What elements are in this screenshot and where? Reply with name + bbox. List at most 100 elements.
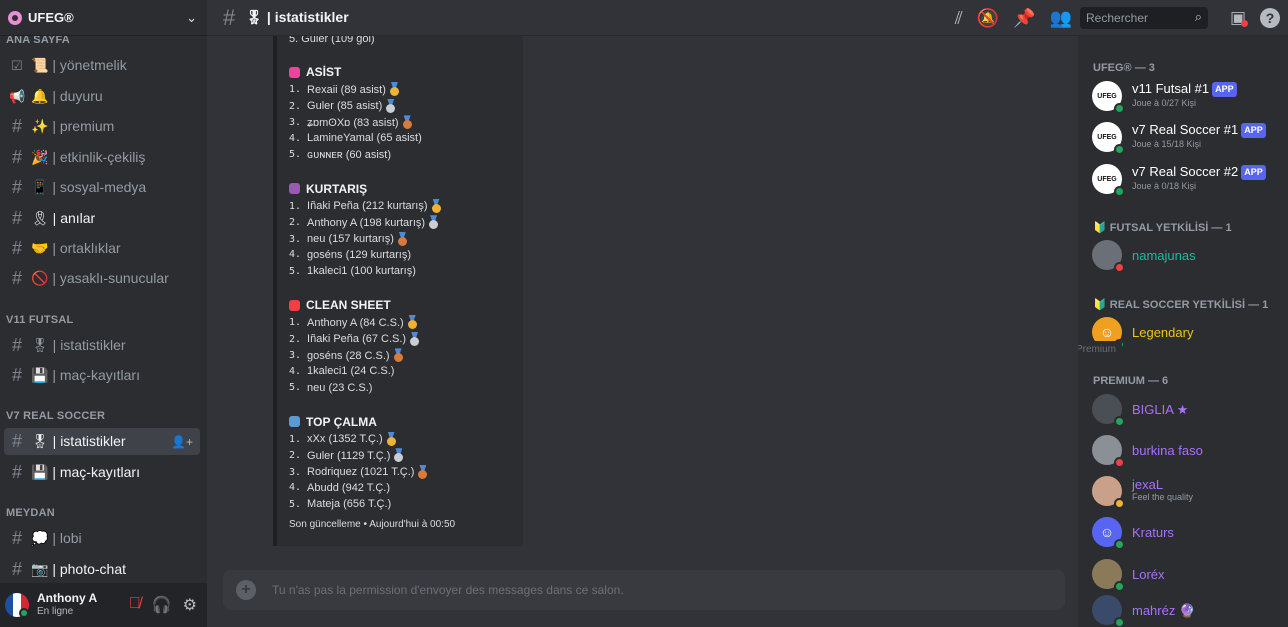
member-kraturs[interactable]: ☺ Kraturs [1092, 515, 1282, 550]
leaderboard-entry: Anthony A (198 kurtarış) [307, 216, 426, 229]
member-mahrez[interactable]: mahréz 🔮 [1092, 593, 1282, 627]
rank-number: 3. [289, 350, 302, 362]
channel-label: 🎗 | anılar [31, 210, 96, 226]
avatar: UFEG [1092, 81, 1125, 114]
avatar [1092, 240, 1125, 273]
rank-number: 1. [289, 433, 302, 445]
member-lorex[interactable]: Loréx [1092, 557, 1282, 592]
channel-real-mac-kayitlari[interactable]: # 💾 | maç-kayıtları [4, 459, 200, 486]
dnd-status-icon [1114, 262, 1125, 273]
leaderboard-row: 2. Guler (85 asist) [289, 99, 397, 114]
mic-muted-icon[interactable]: 🎙̸ [129, 595, 141, 615]
avatar [1092, 595, 1125, 627]
rank-number: 5. [289, 265, 302, 277]
bell-muted-icon[interactable]: 🔕 [977, 8, 999, 29]
channel-sosyal-medya[interactable]: # 📱 | sosyal-medya [4, 174, 200, 201]
leaderboard-entry: Guler (85 asist) [307, 100, 383, 113]
add-member-icon[interactable]: 👤+ [171, 435, 193, 449]
member-name: Loréx [1132, 566, 1165, 582]
members-icon[interactable]: 👥 [1050, 8, 1072, 29]
message-composer[interactable]: + Tu n'as pas la permission d'envoyer de… [223, 570, 1065, 610]
gear-icon[interactable]: ⚙ [183, 595, 197, 615]
category-v7-real-soccer[interactable]: V7 REAL SOCCER [6, 410, 105, 422]
user-info[interactable]: Anthony A En ligne [37, 592, 129, 618]
user-status: En ligne [37, 606, 74, 617]
channel-premium[interactable]: # ✨ | premium [4, 113, 200, 140]
channel-futsal-mac-kayitlari[interactable]: # 💾 | maç-kayıtları [4, 362, 200, 389]
channel-yonetmelik[interactable]: ☑ 📜 | yönetmelik [4, 52, 200, 79]
member-name: BIGLIA ★ [1132, 401, 1189, 417]
hash-icon: # [11, 268, 22, 288]
discord-logo-icon: ☺ [1092, 517, 1125, 550]
rank-number: 2. [289, 100, 302, 112]
channel-ortakliklar[interactable]: # 🤝 | ortaklıklar [4, 235, 200, 262]
app-badge: APP [1241, 165, 1266, 181]
hash-icon: # [11, 431, 22, 451]
server-header[interactable]: UFEG® ⌄ [0, 0, 207, 36]
inbox-icon[interactable]: ▣ [1230, 8, 1249, 28]
search-icon: ⌕ [1194, 9, 1202, 24]
leaderboard-entry: xXx (1352 T.Ç.) [307, 433, 383, 445]
member-namajunas[interactable]: namajunas [1092, 238, 1282, 273]
idle-status-icon [1114, 498, 1125, 509]
category-meydan[interactable]: MEYDAN [6, 507, 55, 519]
leaderboard-row: 5. 1kaleci1 (100 kurtarış) [289, 265, 416, 277]
composer-placeholder: Tu n'as pas la permission d'envoyer des … [272, 583, 624, 597]
channel-photo-chat[interactable]: # 📷 | photo-chat [4, 556, 200, 583]
discord-app: UFEG® ⌄ ANA SAYFA ☑ 📜 | yönetmelik 📢 🔔 |… [0, 0, 1288, 627]
silver-medal-icon [392, 448, 405, 463]
avatar [1092, 559, 1125, 592]
leaderboard-entry: Iñaki Peña (212 kurtarış) [307, 200, 428, 212]
plus-icon[interactable]: + [236, 580, 256, 600]
channel-lobi[interactable]: # 💭 | lobi [4, 525, 200, 552]
embed-line: 5. Guler (109 gol) [289, 36, 375, 45]
leaderboard-entry: Iñaki Peña (67 C.S.) [307, 333, 407, 346]
leaderboard-entry: 1kaleci1 (100 kurtarış) [307, 265, 416, 278]
channel-duyuru[interactable]: 📢 🔔 | duyuru [4, 83, 200, 110]
channel-yasakli[interactable]: # 🚫 | yasaklı-sunucular [4, 265, 200, 292]
avatar: UFEG [1092, 122, 1125, 155]
channel-futsal-istatistikler[interactable]: # 🎖 | istatistikler [4, 332, 200, 359]
member-list: UFEG® — 3 UFEG v11 Futsal #1 APP Joue à 0/… [1078, 36, 1288, 627]
rank-number: 3. [289, 117, 302, 129]
member-name: jexaL [1132, 477, 1164, 492]
channel-label: 💾 | maç-kayıtları [31, 367, 140, 383]
hash-icon: # [11, 116, 22, 136]
rank-number: 4. [289, 482, 302, 494]
avatar [1092, 394, 1125, 427]
category-ana-sayfa[interactable]: ANA SAYFA [6, 36, 70, 46]
chevron-down-icon[interactable]: ⌄ [186, 10, 197, 26]
leaderboard-row: 3. neu (157 kurtarış) [289, 232, 409, 247]
bronze-medal-icon [416, 465, 429, 480]
member-name: Legendary [1132, 324, 1194, 340]
member-jexal[interactable]: jexaL Feel the quality [1092, 474, 1282, 509]
member-app-real-1[interactable]: UFEG v7 Real Soccer #1 APP Joue à 15/18 Ki… [1092, 120, 1282, 155]
member-app-real-2[interactable]: UFEG v7 Real Soccer #2 APP Joue à 0/18 Kiş… [1092, 162, 1282, 197]
hash-icon: # [11, 147, 22, 167]
leaderboard-entry: neu (157 kurtarış) [307, 233, 394, 246]
hash-icon: # [11, 365, 22, 385]
member-activity: Joue à 0/27 Kişi [1132, 98, 1197, 109]
member-burkina-faso[interactable]: burkina faso [1092, 433, 1282, 468]
channel-label: 💭 | lobi [31, 530, 82, 546]
search-input[interactable]: Rechercher ⌕ [1080, 7, 1208, 29]
member-app-futsal-1[interactable]: UFEG v11 Futsal #1 APP Joue à 0/27 Kişi [1092, 79, 1282, 114]
leaderboard-entry: neu (23 C.S.) [307, 381, 373, 394]
channel-anilar[interactable]: # 🎗 | anılar [4, 205, 200, 232]
channel-label: 🔔 | duyuru [31, 88, 103, 104]
leaderboard-row: 2. Anthony A (198 kurtarış) [289, 215, 440, 230]
pin-icon[interactable]: 📌 [1013, 8, 1035, 29]
headphones-icon[interactable]: 🎧 [152, 595, 172, 615]
channel-etkinlik[interactable]: # 🎉 | etkinlik-çekiliş [4, 144, 200, 171]
embed-line-text: 5. Guler (109 gol) [289, 36, 375, 45]
channel-real-istatistikler[interactable]: # 🎖 | istatistikler 👤+ [4, 428, 200, 455]
member-activity: Feel the quality [1132, 492, 1194, 502]
member-biglia[interactable]: BIGLIA ★ [1092, 392, 1282, 427]
help-icon[interactable]: ? [1260, 8, 1280, 28]
threads-icon[interactable]: ⫽ [955, 8, 963, 29]
leaderboard-row: 3. goséns (28 C.S.) [289, 348, 405, 363]
member-category-real: 🔰 REAL SOCCER YETKİLİSİ — 1 [1093, 299, 1269, 311]
category-v11-futsal[interactable]: V11 FUTSAL [6, 314, 73, 326]
leaderboard-entry: goséns (28 C.S.) [307, 349, 390, 362]
member-activity: Joue à 0/18 Kişi [1132, 181, 1197, 192]
